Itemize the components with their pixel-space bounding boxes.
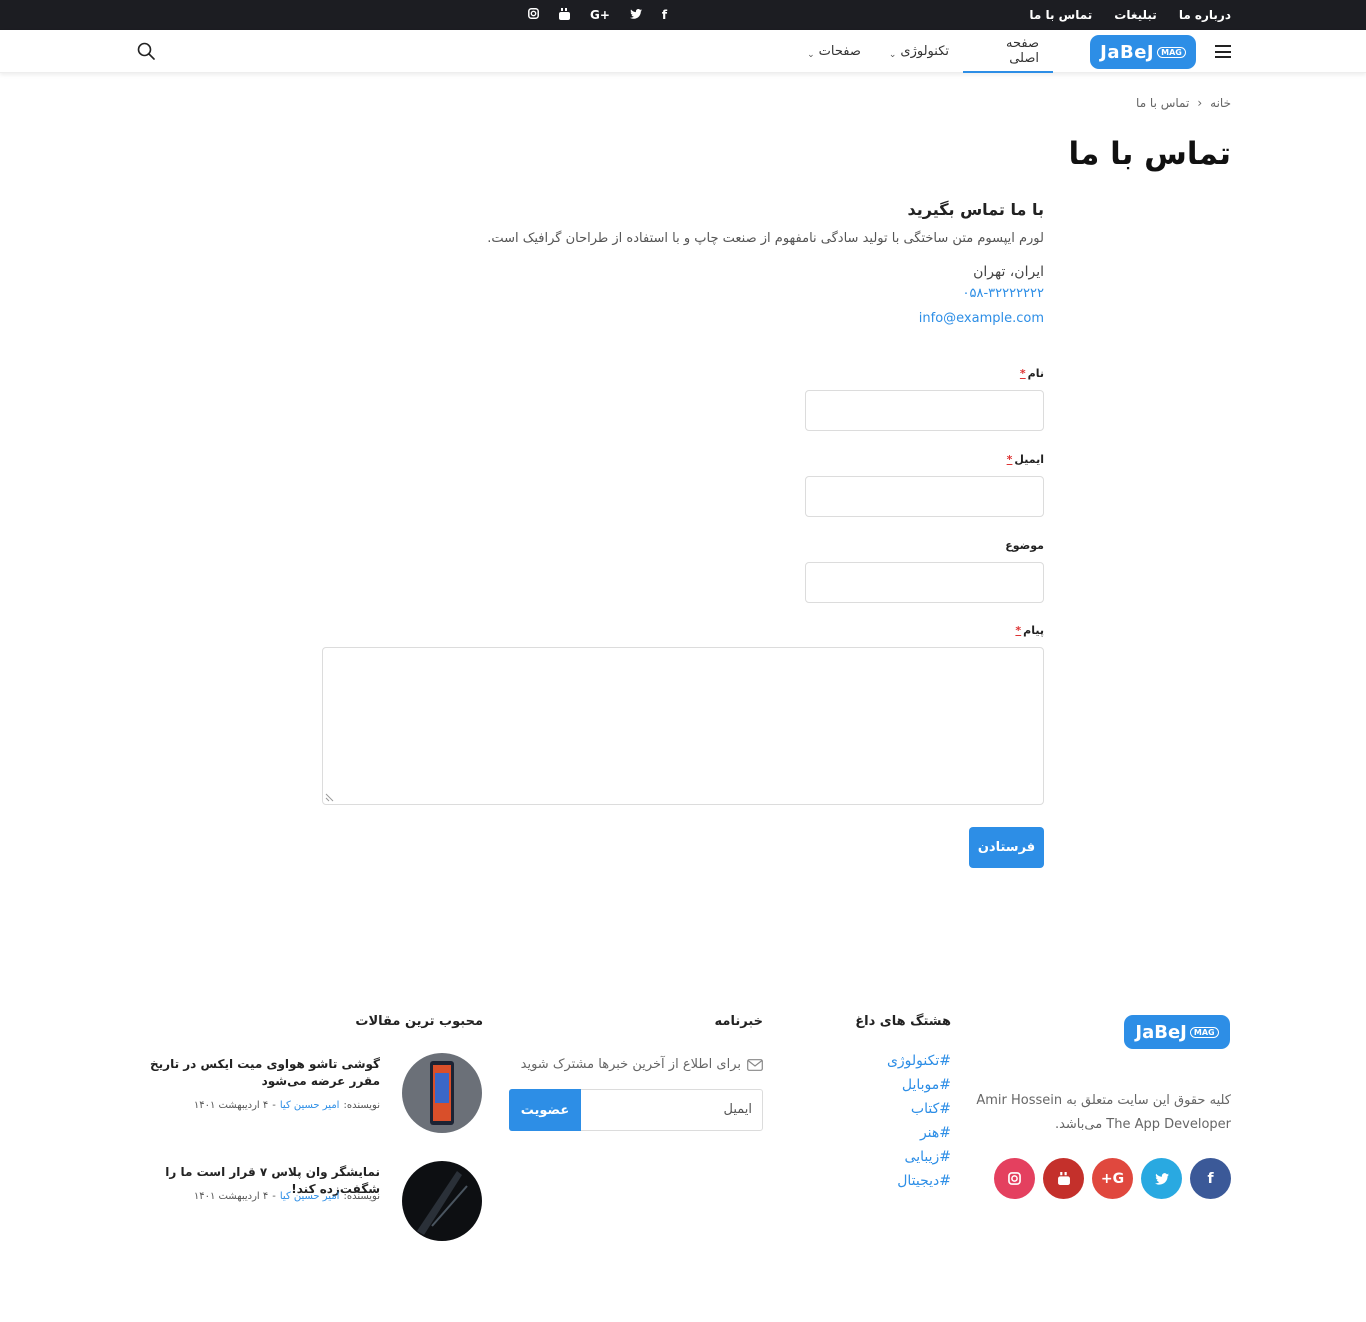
- main-header: JaBeJ MAG صفحه اصلی تکنولوژی ⌄ صفحات ⌄: [0, 30, 1366, 73]
- hashtag-link[interactable]: #زیبایی: [887, 1149, 951, 1165]
- newsletter-form: ایمیل عضویت: [509, 1089, 763, 1131]
- chevron-down-icon: ⌄: [807, 49, 815, 60]
- facebook-icon[interactable]: f: [662, 8, 667, 22]
- site-logo[interactable]: JaBeJ MAG: [1090, 35, 1196, 69]
- nav-item-pages[interactable]: صفحات ⌄: [793, 30, 875, 73]
- message-field[interactable]: [322, 647, 1044, 805]
- contact-description: لورم ایپسوم متن ساختگی با تولید سادگی نا…: [487, 231, 1044, 246]
- facebook-icon[interactable]: f: [1190, 1158, 1231, 1199]
- name-field[interactable]: [805, 390, 1044, 431]
- hashtag-link[interactable]: #کتاب: [887, 1101, 951, 1117]
- google-plus-icon[interactable]: G+: [590, 8, 610, 22]
- logo-tag: MAG: [1189, 1026, 1219, 1038]
- newsletter-description: برای اطلاع از آخرین خبرها مشترک شوید: [521, 1057, 763, 1072]
- logo-text: JaBeJ: [1135, 1021, 1187, 1043]
- copyright-text: کلیه حقوق این سایت متعلق به Amir Hossein…: [976, 1093, 1231, 1132]
- subject-label: موضوع: [1005, 539, 1044, 552]
- article-thumbnail[interactable]: [402, 1161, 482, 1241]
- hashtag-link[interactable]: #موبایل: [887, 1077, 951, 1093]
- top-link-contact[interactable]: تماس با ما: [1029, 8, 1092, 22]
- youtube-icon[interactable]: [559, 7, 570, 23]
- main-nav: صفحه اصلی تکنولوژی ⌄ صفحات ⌄: [793, 30, 1053, 73]
- breadcrumb-home[interactable]: خانه: [1210, 96, 1231, 110]
- breadcrumb-separator-icon: ‹: [1197, 96, 1203, 110]
- contact-address: ایران، تهران: [973, 264, 1044, 280]
- instagram-icon[interactable]: [994, 1158, 1035, 1199]
- twitter-icon[interactable]: [629, 8, 642, 22]
- top-link-ads[interactable]: تبلیغات: [1114, 8, 1157, 22]
- contact-info: با ما تماس بگیرید لورم ایپسوم متن ساختگی…: [322, 200, 1044, 326]
- email-field[interactable]: [805, 476, 1044, 517]
- newsletter-title: خبرنامه: [714, 1014, 763, 1029]
- popular-article[interactable]: نمایشگر وان پلاس ۷ قرار است ما را شگفت‌ز…: [142, 1161, 482, 1241]
- contact-email[interactable]: info@example.com: [322, 311, 1044, 326]
- email-label: ایمیل*: [1006, 453, 1044, 466]
- hashtag-link[interactable]: #هنر: [887, 1125, 951, 1141]
- article-date: ۴ اردیبهشت ۱۴۰۱: [193, 1100, 269, 1111]
- youtube-icon[interactable]: [1043, 1158, 1084, 1199]
- hashtags-title: هشتگ های داغ: [855, 1014, 951, 1029]
- popular-article[interactable]: گوشی تاشو هواوی میت ایکس در تاریخ مقرر ع…: [142, 1053, 482, 1133]
- top-links: درباره ما تبلیغات تماس با ما: [1029, 0, 1231, 30]
- article-meta: نویسنده: امیر حسین کیا - ۴ اردیبهشت ۱۴۰۱: [193, 1100, 380, 1111]
- page-title: تماس با ما: [1068, 136, 1231, 172]
- nav-item-label: صفحات: [818, 44, 861, 59]
- logo-text: JaBeJ: [1100, 41, 1155, 63]
- hamburger-menu-icon[interactable]: [1215, 45, 1231, 58]
- article-thumbnail[interactable]: [402, 1053, 482, 1133]
- article-meta: نویسنده: امیر حسین کیا - ۴ اردیبهشت ۱۴۰۱: [193, 1191, 380, 1202]
- message-label: پیام*: [1015, 624, 1044, 637]
- resize-handle-icon[interactable]: [325, 793, 334, 802]
- contact-phone[interactable]: ۰۵۸-۳۲۲۲۲۲۲۲: [322, 286, 1045, 301]
- breadcrumb: خانه ‹ تماس با ما: [1136, 96, 1231, 110]
- subscribe-button[interactable]: عضویت: [509, 1089, 581, 1131]
- instagram-icon[interactable]: [528, 8, 539, 22]
- google-plus-icon[interactable]: G+: [1092, 1158, 1133, 1199]
- name-label: نام*: [1019, 367, 1044, 380]
- envelope-icon: [747, 1058, 763, 1071]
- contact-heading: با ما تماس بگیرید: [907, 200, 1044, 219]
- logo-tag: MAG: [1157, 46, 1186, 58]
- nav-item-technology[interactable]: تکنولوژی ⌄: [875, 30, 963, 73]
- top-social: G+ f: [528, 0, 667, 30]
- article-date: ۴ اردیبهشت ۱۴۰۱: [193, 1191, 269, 1202]
- nav-item-home[interactable]: صفحه اصلی: [963, 30, 1053, 73]
- hashtag-list: #تکنولوژی #موبایل #کتاب #هنر #زیبایی #دی…: [887, 1053, 951, 1189]
- article-author[interactable]: امیر حسین کیا: [280, 1191, 340, 1202]
- chevron-down-icon: ⌄: [888, 49, 897, 60]
- top-bar: درباره ما تبلیغات تماس با ما G+ f: [0, 0, 1366, 30]
- breadcrumb-current: تماس با ما: [1136, 96, 1190, 110]
- subject-field[interactable]: [805, 562, 1044, 603]
- submit-button[interactable]: فرستادن: [969, 827, 1044, 868]
- nav-item-label: تکنولوژی: [900, 44, 949, 59]
- search-icon[interactable]: [137, 42, 155, 60]
- twitter-icon[interactable]: [1141, 1158, 1182, 1199]
- footer-logo[interactable]: JaBeJ MAG: [1124, 1015, 1230, 1049]
- article-title[interactable]: گوشی تاشو هواوی میت ایکس در تاریخ مقرر ع…: [144, 1056, 380, 1090]
- popular-title: محبوب ترین مقالات: [355, 1014, 483, 1029]
- hashtag-link[interactable]: #تکنولوژی: [887, 1053, 951, 1069]
- nav-item-label: صفحه اصلی: [1006, 35, 1039, 66]
- newsletter-email-input[interactable]: ایمیل: [723, 1102, 752, 1117]
- hashtag-link[interactable]: #دیجیتال: [887, 1173, 951, 1189]
- footer-social: f G+: [994, 1158, 1231, 1199]
- top-link-about[interactable]: درباره ما: [1179, 8, 1231, 22]
- article-author[interactable]: امیر حسین کیا: [280, 1100, 340, 1111]
